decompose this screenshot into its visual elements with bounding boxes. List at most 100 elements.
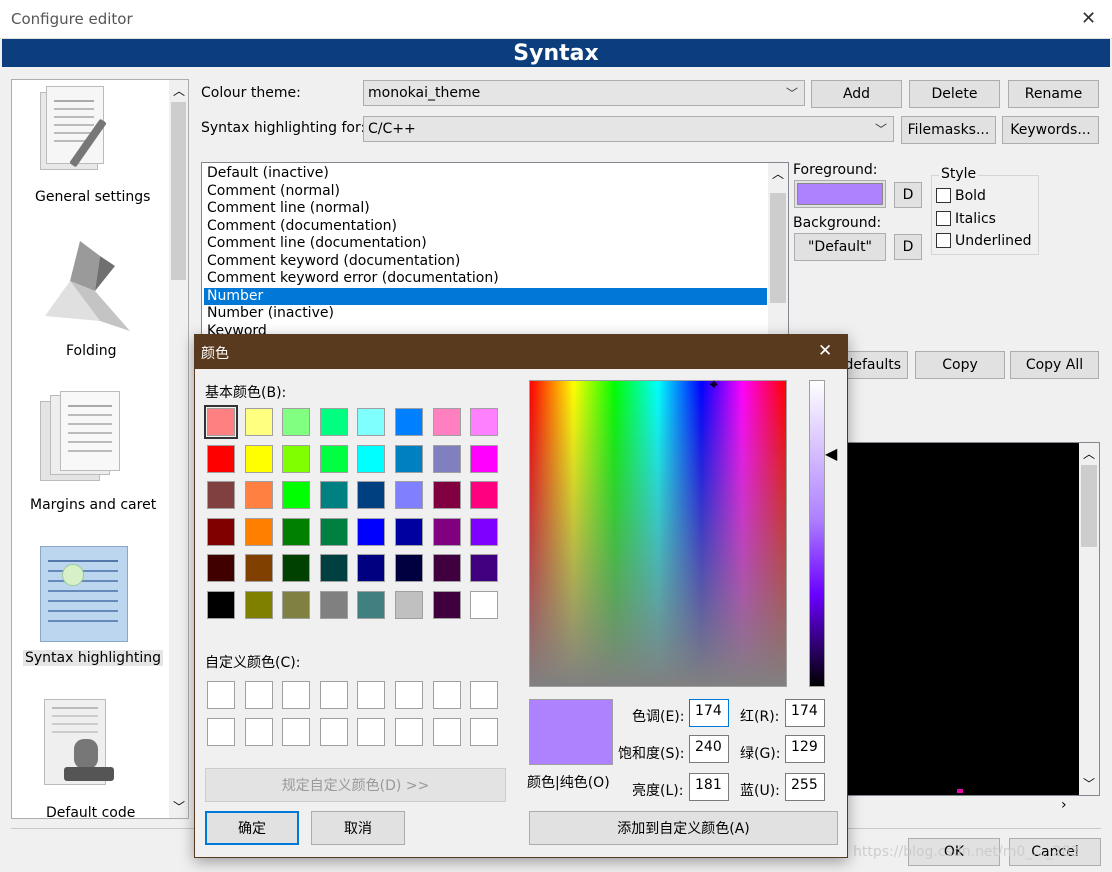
custom-color-swatch[interactable] <box>244 681 273 709</box>
scroll-down-icon[interactable]: ﹀ <box>173 798 185 815</box>
scrollbar-thumb[interactable] <box>770 193 786 303</box>
basic-color-swatch[interactable] <box>319 444 348 473</box>
basic-color-swatch[interactable] <box>357 481 386 509</box>
keywords-button[interactable]: Keywords... <box>1002 116 1099 144</box>
scrollbar-thumb[interactable] <box>171 102 186 280</box>
luminance-input[interactable]: 181 <box>689 773 729 801</box>
basic-color-swatch[interactable] <box>357 444 386 473</box>
color-dialog-close-icon[interactable]: ✕ <box>818 341 832 361</box>
sidebar-item-default-code[interactable]: Default code <box>12 695 170 818</box>
luminance-pointer-icon[interactable]: ◀ <box>825 444 837 463</box>
custom-color-swatch[interactable] <box>244 718 273 746</box>
basic-color-swatch[interactable] <box>432 481 461 509</box>
styles-list[interactable]: Default (inactive) Comment (normal) Commen… <box>201 162 789 342</box>
background-color-button[interactable]: "Default" <box>794 233 886 261</box>
sidebar-item-folding[interactable]: Folding <box>12 230 170 370</box>
hue-input[interactable]: 174 <box>689 699 729 727</box>
green-input[interactable]: 129 <box>785 735 825 763</box>
basic-color-swatch[interactable] <box>204 405 238 439</box>
custom-color-swatch[interactable] <box>432 718 461 746</box>
basic-color-swatch[interactable] <box>207 517 235 546</box>
basic-color-swatch[interactable] <box>395 554 423 582</box>
basic-color-swatch[interactable] <box>432 517 461 546</box>
custom-color-swatch[interactable] <box>207 718 235 746</box>
filemasks-button[interactable]: Filemasks... <box>901 116 996 144</box>
saturation-input[interactable]: 240 <box>689 735 729 763</box>
underlined-checkbox[interactable] <box>936 233 951 248</box>
style-list-item[interactable]: Default (inactive) <box>204 165 767 182</box>
custom-color-swatch[interactable] <box>470 718 499 746</box>
foreground-color-button[interactable] <box>794 180 886 208</box>
custom-color-swatch[interactable] <box>470 681 499 709</box>
basic-color-swatch[interactable] <box>207 444 235 473</box>
color-dialog[interactable]: 颜色 ✕ 基本颜色(B): 自定义颜色(C): 规定自定义颜色(D) >> 确定… <box>194 334 848 858</box>
style-list-item[interactable]: Comment keyword error (documentation) <box>204 270 767 287</box>
basic-color-swatch[interactable] <box>470 590 499 619</box>
delete-theme-button[interactable]: Delete <box>909 80 1000 108</box>
style-list-item[interactable]: Comment line (normal) <box>204 200 767 217</box>
basic-color-swatch[interactable] <box>395 590 423 619</box>
basic-color-swatch[interactable] <box>282 517 311 546</box>
basic-color-swatch[interactable] <box>282 481 311 509</box>
basic-color-swatch[interactable] <box>432 444 461 473</box>
add-to-custom-colors-button[interactable]: 添加到自定义颜色(A) <box>529 811 838 845</box>
custom-color-swatch[interactable] <box>207 681 235 709</box>
italics-checkbox[interactable] <box>936 211 951 226</box>
custom-color-swatch[interactable] <box>282 718 311 746</box>
basic-color-swatch[interactable] <box>395 444 423 473</box>
basic-color-swatch[interactable] <box>244 590 273 619</box>
dialog-cancel-button[interactable]: 取消 <box>311 811 405 845</box>
custom-color-swatch[interactable] <box>395 681 423 709</box>
define-custom-colors-button[interactable]: 规定自定义颜色(D) >> <box>205 768 506 802</box>
basic-color-swatch[interactable] <box>470 408 499 436</box>
style-list-item[interactable]: Number <box>204 287 767 305</box>
basic-color-swatch[interactable] <box>470 481 499 509</box>
basic-color-swatch[interactable] <box>357 554 386 582</box>
custom-color-swatch[interactable] <box>282 681 311 709</box>
basic-color-swatch[interactable] <box>244 444 273 473</box>
style-list-item[interactable]: Comment line (documentation) <box>204 235 767 252</box>
basic-color-swatch[interactable] <box>470 517 499 546</box>
basic-color-swatch[interactable] <box>470 554 499 582</box>
copy-button[interactable]: Copy <box>915 351 1005 379</box>
sidebar[interactable]: General settings Folding Margins and car… <box>11 79 189 819</box>
basic-color-swatch[interactable] <box>432 554 461 582</box>
colour-theme-select[interactable]: monokai_theme ﹀ <box>363 80 805 106</box>
basic-color-swatch[interactable] <box>244 408 273 436</box>
basic-color-swatch[interactable] <box>470 444 499 473</box>
basic-color-swatch[interactable] <box>244 554 273 582</box>
basic-color-swatch[interactable] <box>357 517 386 546</box>
scroll-up-icon[interactable]: ︿ <box>1083 445 1095 462</box>
background-default-button[interactable]: D <box>894 234 922 260</box>
scroll-up-icon[interactable]: ︿ <box>173 82 185 99</box>
preview-editor[interactable]: ︿ ﹀ <box>843 442 1100 796</box>
basic-color-swatch[interactable] <box>319 517 348 546</box>
sidebar-item-general-settings[interactable]: General settings <box>12 80 170 220</box>
basic-color-swatch[interactable] <box>319 408 348 436</box>
basic-color-swatch[interactable] <box>319 481 348 509</box>
scroll-down-icon[interactable]: ﹀ <box>1083 775 1095 792</box>
color-spectrum[interactable]: ⌖ <box>529 377 787 687</box>
window-close-icon[interactable]: ✕ <box>1081 8 1096 29</box>
basic-color-swatch[interactable] <box>282 590 311 619</box>
style-list-item[interactable]: Comment (documentation) <box>204 218 767 235</box>
basic-color-swatch[interactable] <box>432 590 461 619</box>
scrollbar-thumb[interactable] <box>1081 465 1097 547</box>
sidebar-scrollbar[interactable]: ︿ ﹀ <box>169 80 188 818</box>
sidebar-item-syntax-highlighting[interactable]: Syntax highlighting <box>12 540 170 680</box>
styles-list-scrollbar[interactable]: ︿ <box>768 163 788 341</box>
basic-color-swatch[interactable] <box>207 590 235 619</box>
dialog-ok-button[interactable]: 确定 <box>205 811 299 845</box>
basic-color-swatch[interactable] <box>319 554 348 582</box>
basic-color-swatch[interactable] <box>395 408 423 436</box>
custom-color-swatch[interactable] <box>395 718 423 746</box>
custom-color-swatch[interactable] <box>319 681 348 709</box>
scroll-right-icon[interactable]: › <box>1061 797 1067 813</box>
basic-color-swatch[interactable] <box>395 517 423 546</box>
custom-color-swatch[interactable] <box>319 718 348 746</box>
blue-input[interactable]: 255 <box>785 773 825 801</box>
rename-theme-button[interactable]: Rename <box>1008 80 1099 108</box>
bold-checkbox[interactable] <box>936 188 951 203</box>
basic-color-swatch[interactable] <box>357 590 386 619</box>
basic-color-swatch[interactable] <box>282 554 311 582</box>
